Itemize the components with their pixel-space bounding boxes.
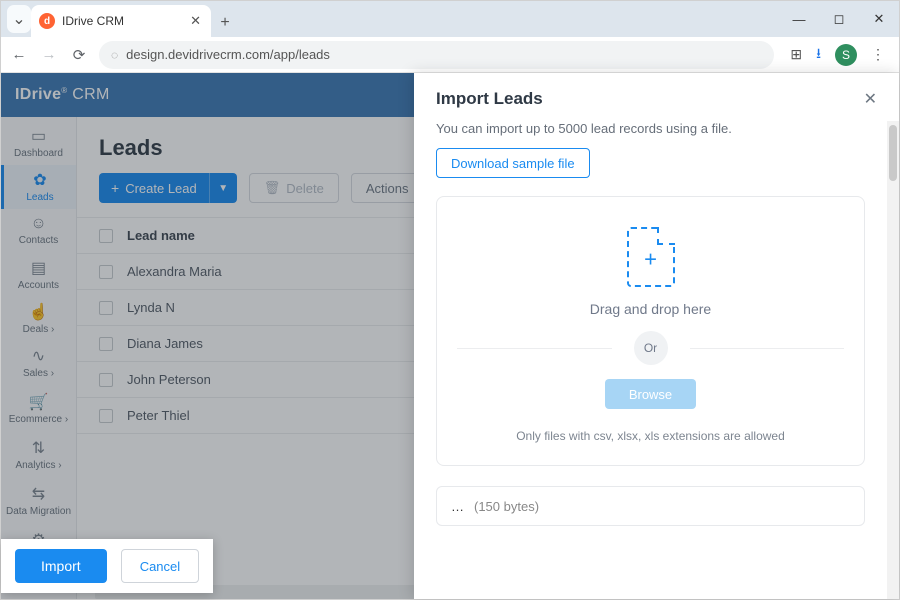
nav-back-icon[interactable]: ←	[9, 46, 29, 63]
browser-tab-strip: ⌄ d IDrive CRM ✕ + ― ◻ ✕	[1, 1, 899, 37]
url-text: design.devidrivecrm.com/app/leads	[126, 47, 330, 62]
panel-subtitle: You can import up to 5000 lead records u…	[436, 121, 865, 148]
favicon-icon: d	[39, 13, 55, 29]
not-secure-icon: ◌	[111, 48, 118, 62]
browse-button[interactable]: Browse	[605, 379, 696, 409]
or-divider: Or	[457, 331, 844, 365]
import-leads-panel: Import Leads ✕ You can import up to 5000…	[414, 73, 899, 599]
window-maximize-button[interactable]: ◻	[819, 1, 859, 37]
panel-close-icon[interactable]: ✕	[864, 89, 877, 109]
nav-reload-icon[interactable]: ⟳	[69, 46, 89, 64]
extensions-icon[interactable]: ⊞	[790, 46, 802, 63]
dropzone-hint: Only files with csv, xlsx, xls extension…	[516, 429, 785, 443]
modal-overlay[interactable]: Import Leads ✕ You can import up to 5000…	[1, 73, 899, 599]
import-button[interactable]: Import	[15, 549, 107, 583]
selected-file-row: … (150 bytes)	[436, 486, 865, 526]
cancel-button[interactable]: Cancel	[121, 549, 199, 583]
new-tab-button[interactable]: +	[211, 14, 239, 37]
profile-avatar[interactable]: S	[835, 44, 857, 66]
window-close-button[interactable]: ✕	[859, 1, 899, 37]
tab-title: IDrive CRM	[62, 14, 183, 28]
download-sample-button[interactable]: Download sample file	[436, 148, 590, 178]
downloads-icon[interactable]: ⭳	[816, 43, 821, 67]
tab-close-icon[interactable]: ✕	[190, 13, 201, 29]
browser-tab[interactable]: d IDrive CRM ✕	[31, 5, 211, 37]
window-minimize-button[interactable]: ―	[779, 1, 819, 37]
dropzone-text: Drag and drop here	[590, 301, 711, 317]
panel-title: Import Leads	[436, 89, 543, 109]
nav-forward-icon[interactable]: →	[39, 46, 59, 63]
file-dropzone[interactable]: + Drag and drop here Or Browse Only file…	[436, 196, 865, 466]
file-name: …	[451, 499, 464, 514]
file-size: (150 bytes)	[474, 499, 539, 514]
url-input[interactable]: ◌ design.devidrivecrm.com/app/leads	[99, 41, 774, 69]
tab-list-dropdown[interactable]: ⌄	[7, 5, 31, 33]
browser-address-bar: ← → ⟳ ◌ design.devidrivecrm.com/app/lead…	[1, 37, 899, 73]
browser-menu-icon[interactable]: ⋮	[871, 46, 885, 63]
panel-scrollbar[interactable]	[887, 121, 899, 599]
file-upload-icon: +	[627, 227, 675, 287]
panel-footer: Import Cancel	[1, 539, 213, 593]
